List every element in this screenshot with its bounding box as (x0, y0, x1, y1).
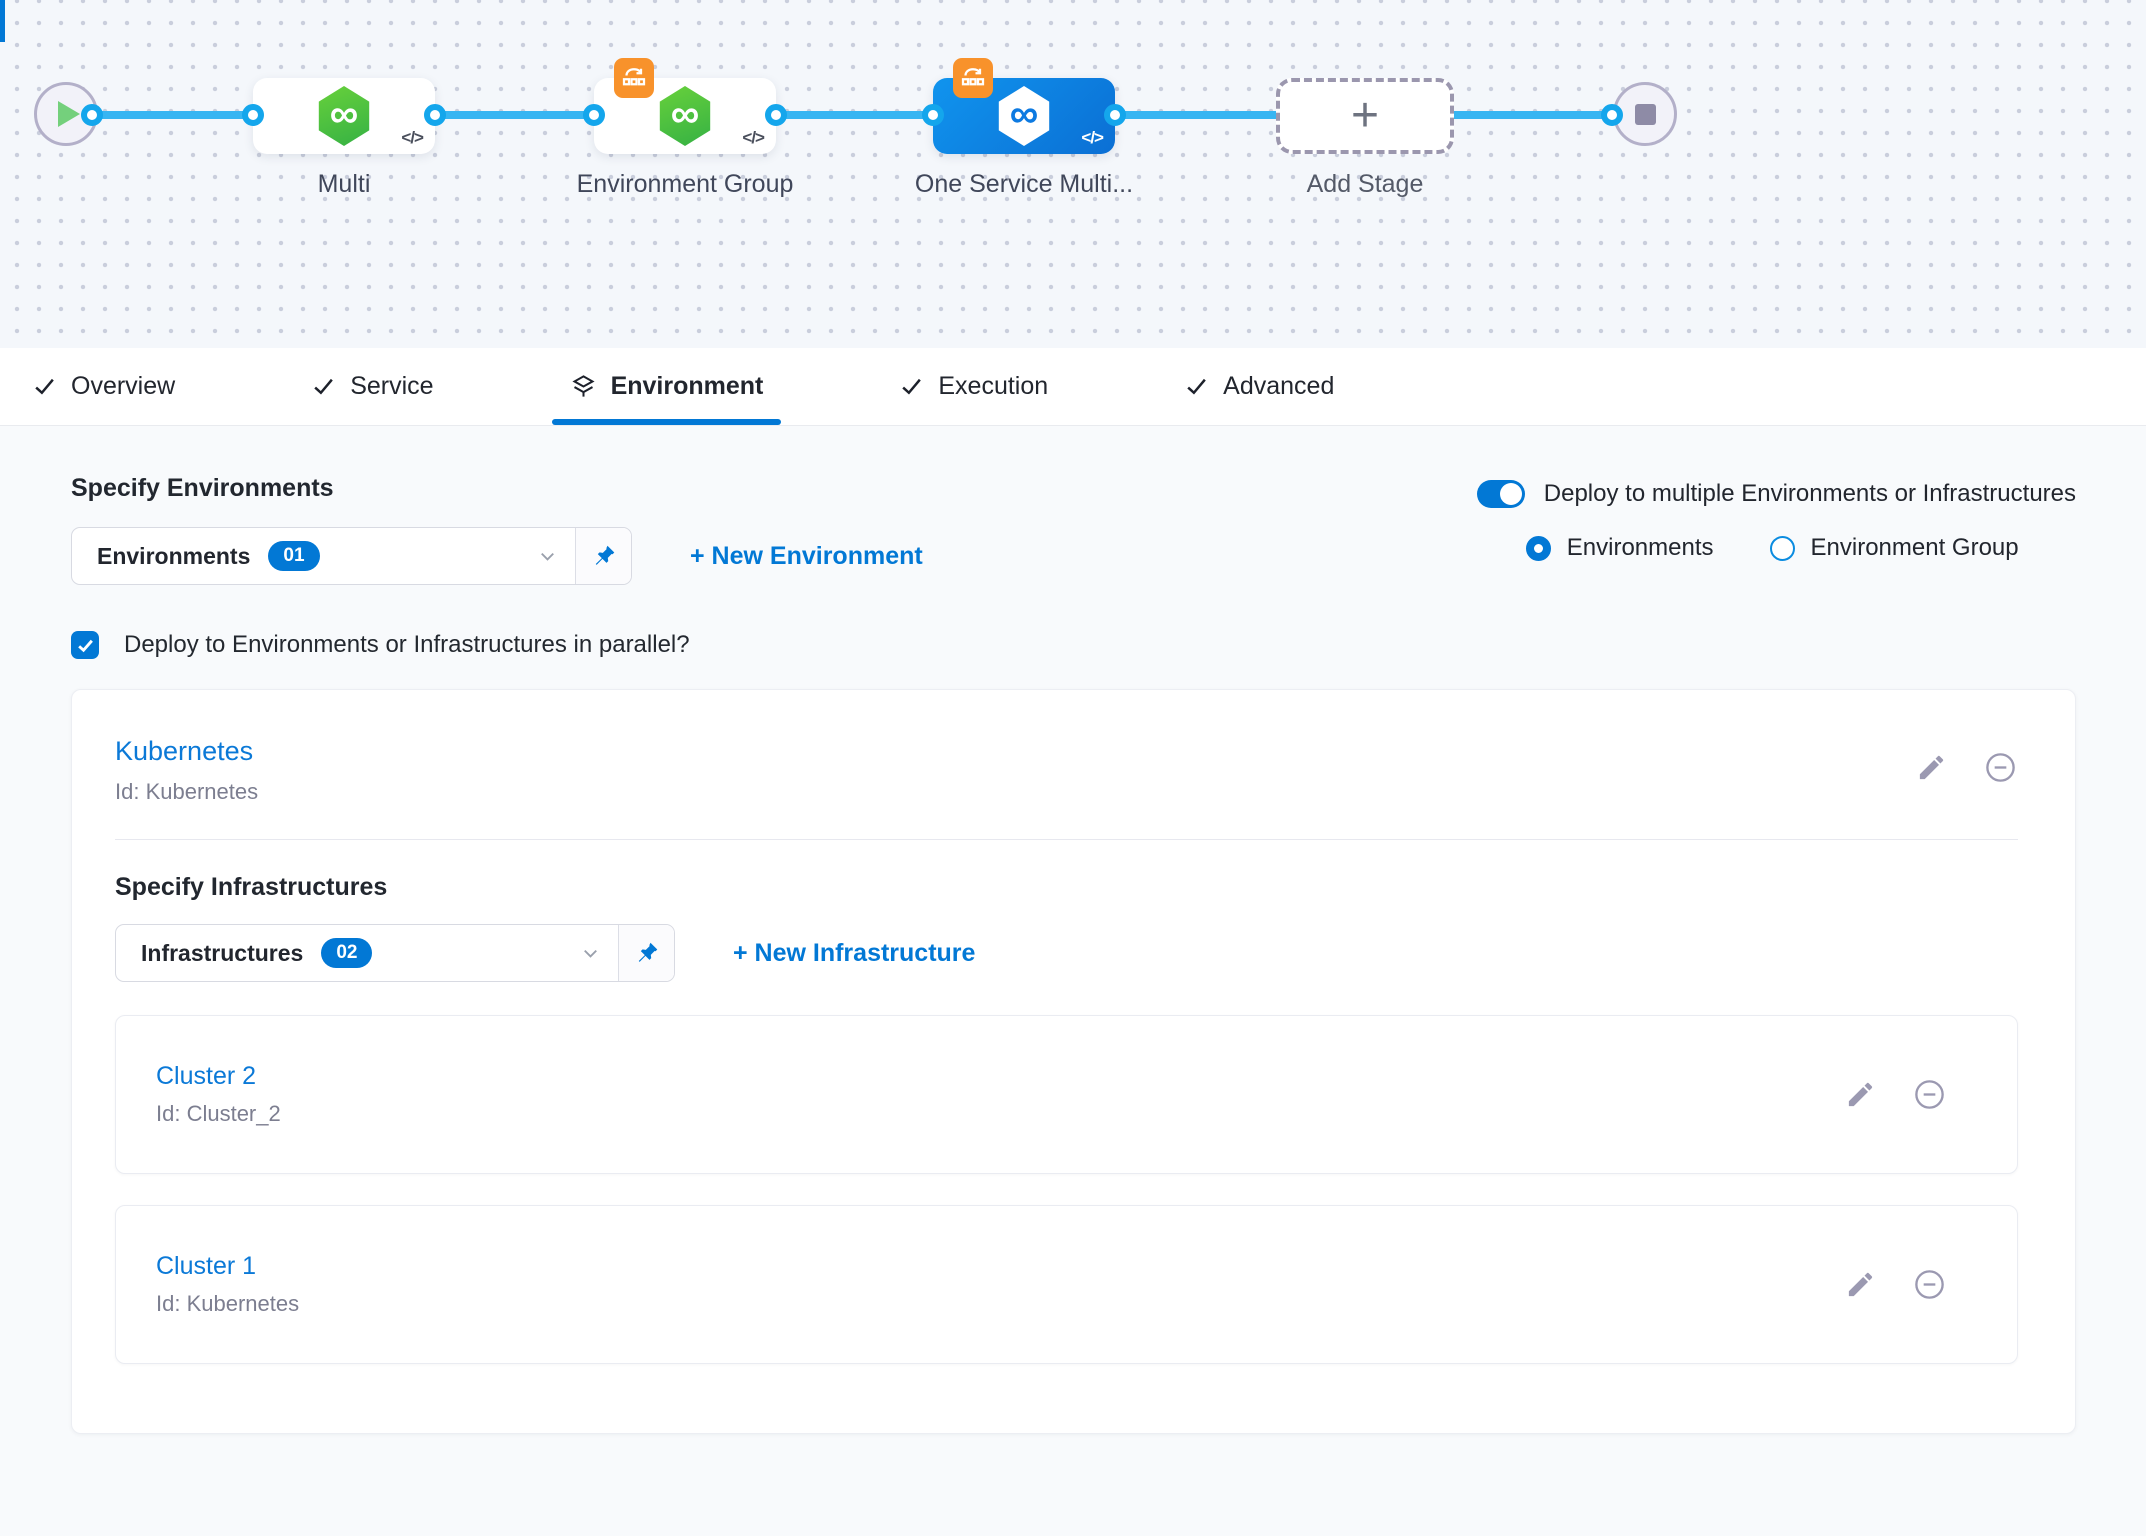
code-icon[interactable]: </> (1081, 128, 1103, 148)
tab-label: Advanced (1223, 372, 1334, 401)
left-edge-accent (0, 0, 5, 42)
minus-circle-icon (1912, 1077, 1947, 1112)
infrastructure-id: Id: Kubernetes (156, 1291, 299, 1317)
remove-infrastructure-button[interactable] (1912, 1267, 1947, 1302)
rolling-deploy-badge-icon (614, 58, 654, 98)
connector-dot (1601, 104, 1623, 126)
divider (115, 839, 2018, 840)
infrastructure-row-cluster-2: Cluster 2 Id: Cluster_2 (115, 1015, 2018, 1174)
radio-environment-group[interactable]: Environment Group (1770, 534, 2019, 562)
connector-dot (242, 104, 264, 126)
pencil-icon (1916, 752, 1947, 783)
tab-execution[interactable]: Execution (881, 348, 1066, 425)
stage-tabbar: Overview Service Environment Execution A… (0, 348, 2146, 426)
connector-dot (424, 104, 446, 126)
stage-node-multi[interactable]: ∞ </> (253, 78, 435, 154)
rolling-deploy-badge-icon (953, 58, 993, 98)
environment-tab-panel: Specify Environments Environments 01 + N… (0, 426, 2146, 1536)
play-icon (58, 101, 80, 127)
check-icon (899, 374, 924, 399)
pencil-icon (1845, 1079, 1876, 1110)
radio-environments[interactable]: Environments (1526, 534, 1714, 562)
infinity-icon: ∞ (1010, 94, 1039, 134)
remove-environment-button[interactable] (1983, 750, 2018, 785)
pipeline-canvas: ∞ </> Multi ∞ </> Environment Group ∞ </… (0, 0, 2146, 348)
infrastructure-title-link[interactable]: Cluster 1 (156, 1252, 299, 1281)
layers-icon (570, 373, 597, 400)
tab-label: Environment (611, 372, 764, 401)
pin-button[interactable] (575, 528, 631, 584)
tab-label: Overview (71, 372, 175, 401)
new-infrastructure-link[interactable]: + New Infrastructure (733, 939, 975, 968)
stage-label-multi[interactable]: Multi (232, 168, 456, 200)
connector-dot (922, 104, 944, 126)
check-icon (1184, 374, 1209, 399)
stage-label-environment-group[interactable]: Environment Group (573, 168, 797, 200)
infrastructures-dropdown-field[interactable]: Infrastructures 02 (116, 925, 618, 981)
edit-infrastructure-button[interactable] (1845, 1079, 1876, 1110)
connector-dot (81, 104, 103, 126)
plus-icon: + (1351, 92, 1379, 140)
environments-dropdown-field[interactable]: Environments 01 (72, 528, 575, 584)
minus-circle-icon (1912, 1267, 1947, 1302)
chevron-down-icon (536, 545, 559, 568)
new-environment-link[interactable]: + New Environment (690, 542, 923, 571)
tab-label: Execution (938, 372, 1048, 401)
minus-circle-icon (1983, 750, 2018, 785)
count-badge: 01 (268, 541, 319, 571)
remove-infrastructure-button[interactable] (1912, 1077, 1947, 1112)
environment-card: Kubernetes Id: Kubernetes Specify Infras… (71, 689, 2076, 1434)
chevron-down-icon (579, 942, 602, 965)
code-icon[interactable]: </> (742, 128, 764, 148)
infrastructure-row-cluster-1: Cluster 1 Id: Kubernetes (115, 1205, 2018, 1364)
dropdown-value: Environments (97, 543, 250, 570)
dropdown-value: Infrastructures (141, 940, 303, 967)
tab-advanced[interactable]: Advanced (1166, 348, 1352, 425)
infinity-icon: ∞ (671, 94, 700, 134)
pin-button[interactable] (618, 925, 674, 981)
radio-selected-icon (1526, 536, 1551, 561)
edit-environment-button[interactable] (1916, 752, 1947, 783)
count-badge: 02 (321, 938, 372, 968)
tab-service[interactable]: Service (293, 348, 451, 425)
connector-dot (1104, 104, 1126, 126)
check-icon (311, 374, 336, 399)
edit-infrastructure-button[interactable] (1845, 1269, 1876, 1300)
tab-label: Service (350, 372, 433, 401)
connector-dot (765, 104, 787, 126)
harness-cd-icon: ∞ (657, 86, 713, 146)
toggle-knob (1500, 483, 1522, 505)
infrastructures-dropdown: Infrastructures 02 (115, 924, 675, 982)
pencil-icon (1845, 1269, 1876, 1300)
pin-icon (634, 940, 660, 966)
infrastructure-id: Id: Cluster_2 (156, 1101, 281, 1127)
infrastructure-title-link[interactable]: Cluster 2 (156, 1062, 281, 1091)
environments-dropdown: Environments 01 (71, 527, 632, 585)
parallel-deploy-label: Deploy to Environments or Infrastructure… (124, 631, 690, 659)
tab-overview[interactable]: Overview (14, 348, 193, 425)
code-icon[interactable]: </> (401, 128, 423, 148)
specify-infrastructures-heading: Specify Infrastructures (115, 873, 2018, 902)
parallel-deploy-checkbox[interactable] (71, 631, 99, 659)
add-stage-label[interactable]: Add Stage (1253, 168, 1477, 200)
check-icon (76, 636, 95, 655)
connector-dot (583, 104, 605, 126)
check-icon (32, 374, 57, 399)
specify-environments-heading: Specify Environments (71, 474, 923, 503)
multi-env-toggle-label: Deploy to multiple Environments or Infra… (1544, 480, 2076, 508)
add-stage-button[interactable]: + (1276, 78, 1454, 154)
harness-cd-icon: ∞ (996, 86, 1052, 146)
stop-icon (1635, 104, 1656, 125)
stage-label-one-service-multi[interactable]: One Service Multi... (912, 168, 1136, 200)
pin-icon (591, 543, 617, 569)
radio-unselected-icon (1770, 536, 1795, 561)
environment-id: Id: Kubernetes (115, 779, 258, 805)
tab-environment[interactable]: Environment (552, 348, 782, 425)
infinity-icon: ∞ (330, 94, 359, 134)
environment-title-link[interactable]: Kubernetes (115, 736, 258, 767)
harness-cd-icon: ∞ (316, 86, 372, 146)
multi-env-toggle[interactable] (1477, 480, 1525, 508)
